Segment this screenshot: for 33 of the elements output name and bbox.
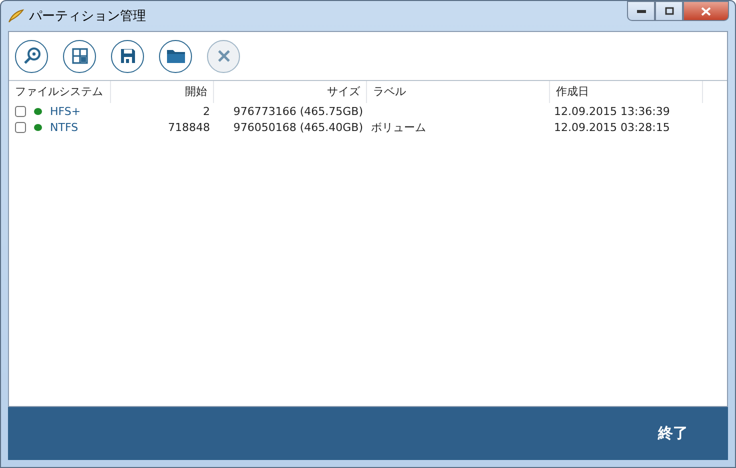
column-header[interactable]: ラベル: [367, 81, 550, 103]
close-icon: [701, 6, 711, 16]
row-checkbox[interactable]: [15, 106, 26, 116]
table-cell: HFS+: [50, 104, 81, 118]
close-button[interactable]: [683, 1, 729, 21]
row-checkbox[interactable]: [15, 122, 26, 132]
column-header[interactable]: ファイルシステム: [9, 81, 111, 103]
search-button[interactable]: [15, 40, 48, 72]
table-cell: 976050168 (465.40GB): [233, 120, 363, 134]
column-header[interactable]: サイズ: [214, 81, 367, 103]
minimize-button[interactable]: [627, 1, 655, 21]
search-icon: [22, 47, 40, 65]
folder-icon: [166, 48, 186, 64]
grid-button[interactable]: [63, 40, 96, 72]
grid-icon: [72, 48, 88, 64]
column-header[interactable]: 作成日: [550, 81, 703, 103]
column-header[interactable]: 開始: [111, 81, 214, 103]
save-button[interactable]: [111, 40, 144, 72]
table-cell: 12.09.2015 03:28:15: [554, 120, 670, 134]
maximize-icon: [664, 7, 674, 15]
table-cell: 976773166 (465.75GB): [233, 104, 363, 118]
folder-button[interactable]: [159, 40, 192, 72]
table-cell: 2: [203, 104, 210, 118]
minimize-icon: [636, 10, 646, 12]
table-cell: ボリューム: [371, 120, 426, 134]
exit-button[interactable]: 終了: [652, 420, 694, 447]
feather-icon: [7, 8, 25, 24]
table-cell: 12.09.2015 13:36:39: [554, 104, 670, 118]
table-cell: 718848: [168, 120, 210, 134]
maximize-button[interactable]: [655, 1, 683, 21]
window-title: パーティション管理: [29, 8, 146, 25]
close-icon: [216, 49, 230, 63]
table-cell: NTFS: [50, 120, 78, 134]
